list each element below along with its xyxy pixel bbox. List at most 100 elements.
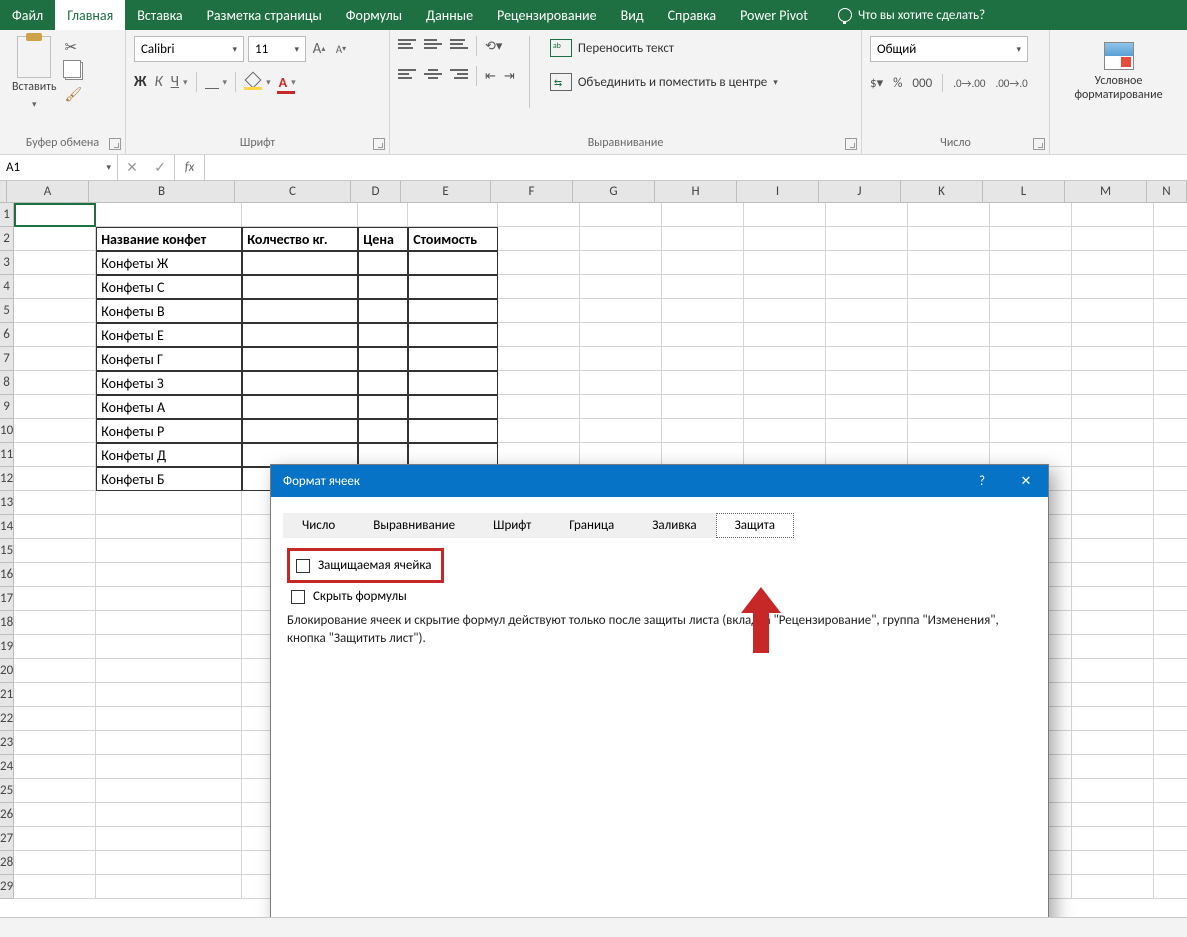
row-header[interactable]: 12 (0, 467, 14, 491)
cell[interactable] (908, 371, 990, 395)
cell[interactable] (662, 299, 744, 323)
cell[interactable] (242, 419, 358, 443)
cell[interactable]: Название конфет (96, 227, 242, 251)
dialog-tab[interactable]: Граница (550, 513, 633, 538)
cell[interactable] (826, 323, 908, 347)
row-header[interactable]: 18 (0, 611, 14, 635)
cell[interactable] (1154, 659, 1187, 683)
accounting-button[interactable]: $▾ (870, 76, 883, 91)
cell[interactable] (1154, 491, 1187, 515)
wrap-text-button[interactable]: Переносить текст (544, 36, 784, 60)
cell[interactable] (408, 251, 498, 275)
column-header[interactable]: N (1147, 181, 1187, 202)
orientation-button[interactable]: ⟲▾ (485, 39, 502, 54)
border-dropdown[interactable]: ▾ (223, 77, 228, 88)
column-header[interactable]: A (7, 181, 89, 202)
cell[interactable] (96, 683, 242, 707)
cell[interactable] (744, 203, 826, 227)
cell[interactable] (14, 827, 96, 851)
cell[interactable] (662, 347, 744, 371)
cell[interactable] (498, 251, 580, 275)
cell[interactable] (14, 707, 96, 731)
row-header[interactable]: 3 (0, 251, 14, 275)
cell[interactable] (14, 515, 96, 539)
cell[interactable] (908, 419, 990, 443)
cell[interactable]: Конфеты А (96, 395, 242, 419)
cell[interactable] (96, 635, 242, 659)
cell[interactable] (1154, 803, 1187, 827)
cell[interactable] (96, 755, 242, 779)
cell[interactable]: Конфеты Ж (96, 251, 242, 275)
cell[interactable] (408, 371, 498, 395)
cell[interactable] (744, 227, 826, 251)
cell[interactable] (1154, 683, 1187, 707)
cell[interactable] (96, 875, 242, 899)
border-button[interactable] (205, 75, 219, 89)
locked-checkbox-row[interactable]: Защищаемая ячейка (292, 556, 435, 575)
cell[interactable] (358, 347, 408, 371)
cell[interactable] (990, 299, 1072, 323)
underline-dropdown[interactable]: ▾ (183, 77, 188, 88)
cell[interactable] (580, 347, 662, 371)
cell[interactable] (1072, 275, 1154, 299)
sheet-tab-strip[interactable] (0, 917, 1187, 937)
cell[interactable] (580, 275, 662, 299)
cell[interactable] (1154, 371, 1187, 395)
cell[interactable] (96, 491, 242, 515)
fill-dropdown[interactable]: ▾ (266, 77, 271, 88)
hidden-checkbox-row[interactable]: Скрыть формулы (287, 587, 1032, 606)
cell[interactable] (96, 515, 242, 539)
dialog-tab[interactable]: Защита (716, 513, 794, 538)
column-header[interactable]: H (655, 181, 737, 202)
cell[interactable] (744, 371, 826, 395)
cell[interactable] (1154, 563, 1187, 587)
increase-decimal-button[interactable]: .0→.00 (953, 77, 985, 90)
cut-icon[interactable] (65, 38, 83, 56)
column-header[interactable]: L (983, 181, 1065, 202)
cell[interactable] (498, 395, 580, 419)
tab-view[interactable]: Вид (609, 0, 656, 30)
dialog-close-button[interactable]: ✕ (1004, 465, 1048, 497)
cell[interactable] (1154, 707, 1187, 731)
row-header[interactable]: 1 (0, 203, 14, 227)
cell[interactable] (744, 275, 826, 299)
cell[interactable] (358, 323, 408, 347)
cell[interactable] (1154, 275, 1187, 299)
cell[interactable] (1072, 371, 1154, 395)
align-left-button[interactable] (398, 69, 416, 83)
tab-review[interactable]: Рецензирование (485, 0, 609, 30)
cell[interactable] (14, 467, 96, 491)
cell[interactable] (1072, 683, 1154, 707)
cell[interactable] (990, 395, 1072, 419)
cell[interactable] (96, 779, 242, 803)
grow-font-button[interactable]: A▴ (310, 40, 328, 58)
cell[interactable] (14, 587, 96, 611)
column-header[interactable]: K (901, 181, 983, 202)
cell[interactable]: Конфеты Р (96, 419, 242, 443)
cell[interactable] (498, 323, 580, 347)
cell[interactable] (1072, 443, 1154, 467)
cell[interactable] (990, 227, 1072, 251)
cell[interactable] (580, 371, 662, 395)
cell[interactable] (662, 203, 744, 227)
increase-indent-button[interactable]: ⇥ (504, 69, 515, 84)
row-header[interactable]: 25 (0, 779, 14, 803)
cell[interactable]: Конфеты Е (96, 323, 242, 347)
column-header[interactable]: E (401, 181, 491, 202)
column-header[interactable]: F (491, 181, 573, 202)
row-header[interactable]: 17 (0, 587, 14, 611)
row-header[interactable]: 29 (0, 875, 14, 899)
cell[interactable] (1072, 755, 1154, 779)
column-header[interactable]: G (573, 181, 655, 202)
cell[interactable] (662, 227, 744, 251)
dialog-tab[interactable]: Шрифт (474, 513, 550, 538)
cell[interactable] (14, 347, 96, 371)
cell[interactable] (242, 371, 358, 395)
cell[interactable] (498, 419, 580, 443)
cell[interactable] (14, 539, 96, 563)
cell[interactable] (14, 275, 96, 299)
cell[interactable] (408, 203, 498, 227)
cell[interactable] (1154, 635, 1187, 659)
row-header[interactable]: 4 (0, 275, 14, 299)
cell[interactable] (1154, 299, 1187, 323)
